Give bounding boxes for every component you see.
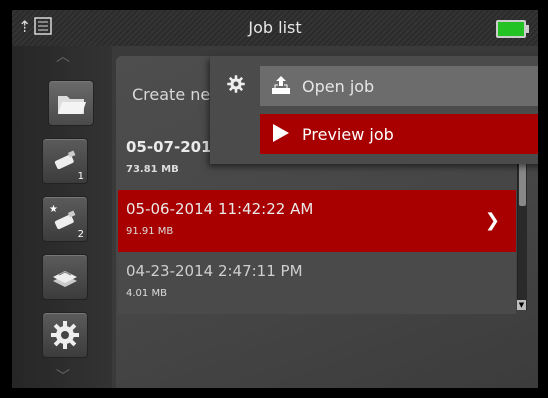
sidebar-item-usb-2[interactable]: ★ 2 — [42, 196, 88, 242]
job-size: 73.81 MB — [126, 164, 179, 175]
sidebar-item-storage[interactable] — [42, 254, 88, 300]
svg-text:★: ★ — [49, 204, 58, 215]
scrollbar-thumb[interactable] — [519, 160, 526, 206]
chevron-right-icon[interactable]: ❯ — [485, 210, 500, 231]
job-title: 05-07-201 — [126, 138, 212, 156]
usb-1-badge: 1 — [77, 171, 84, 182]
title-bar: ⇡ Job list — [12, 10, 538, 46]
job-title: 04-23-2014 2:47:11 PM — [126, 262, 303, 280]
job-title: 05-06-2014 11:42:22 AM — [126, 200, 314, 218]
scrollbar[interactable] — [517, 160, 527, 310]
open-job-menu-item[interactable]: Open job — [260, 66, 538, 106]
folder-icon — [58, 96, 86, 114]
sidebar-item-usb-1[interactable]: 1 — [42, 138, 88, 184]
battery-icon — [496, 20, 529, 38]
context-menu: Open job Preview job — [210, 56, 538, 164]
preview-job-label: Preview job — [302, 125, 394, 144]
play-icon — [273, 124, 289, 142]
chevron-up-icon[interactable]: ︿ — [50, 50, 76, 64]
sidebar-item-folder[interactable] — [48, 80, 94, 126]
chevron-down-icon[interactable]: ﹀ — [50, 370, 76, 384]
list-item-selected[interactable]: 05-06-2014 11:42:22 AM 91.91 MB ❯ — [118, 190, 516, 252]
open-upload-icon — [272, 76, 290, 94]
disk-stack-icon — [53, 271, 77, 287]
page-title: Job list — [248, 18, 302, 37]
gear-icon — [227, 75, 245, 93]
gear-icon — [51, 321, 79, 349]
sidebar: ︿ 1 ★ 2 ﹀ — [12, 46, 112, 388]
usb-2-badge: 2 — [77, 229, 84, 240]
create-new-label: Create ne — [132, 85, 211, 104]
usb-drive-icon — [54, 150, 76, 170]
job-size: 91.91 MB — [126, 226, 174, 237]
sidebar-item-settings[interactable] — [42, 312, 88, 358]
open-job-label: Open job — [302, 77, 375, 96]
usb-drive-star-icon: ★ — [49, 204, 76, 230]
screen: ⇡ Job list ︿ 1 ★ 2 ﹀ Create ne 05-07-201… — [12, 10, 538, 388]
list-item[interactable]: 04-23-2014 2:47:11 PM 4.01 MB — [118, 252, 516, 314]
scroll-down-arrow-icon[interactable]: ▼ — [517, 300, 526, 310]
job-size: 4.01 MB — [126, 288, 167, 299]
preview-job-menu-item[interactable]: Preview job — [260, 114, 538, 154]
